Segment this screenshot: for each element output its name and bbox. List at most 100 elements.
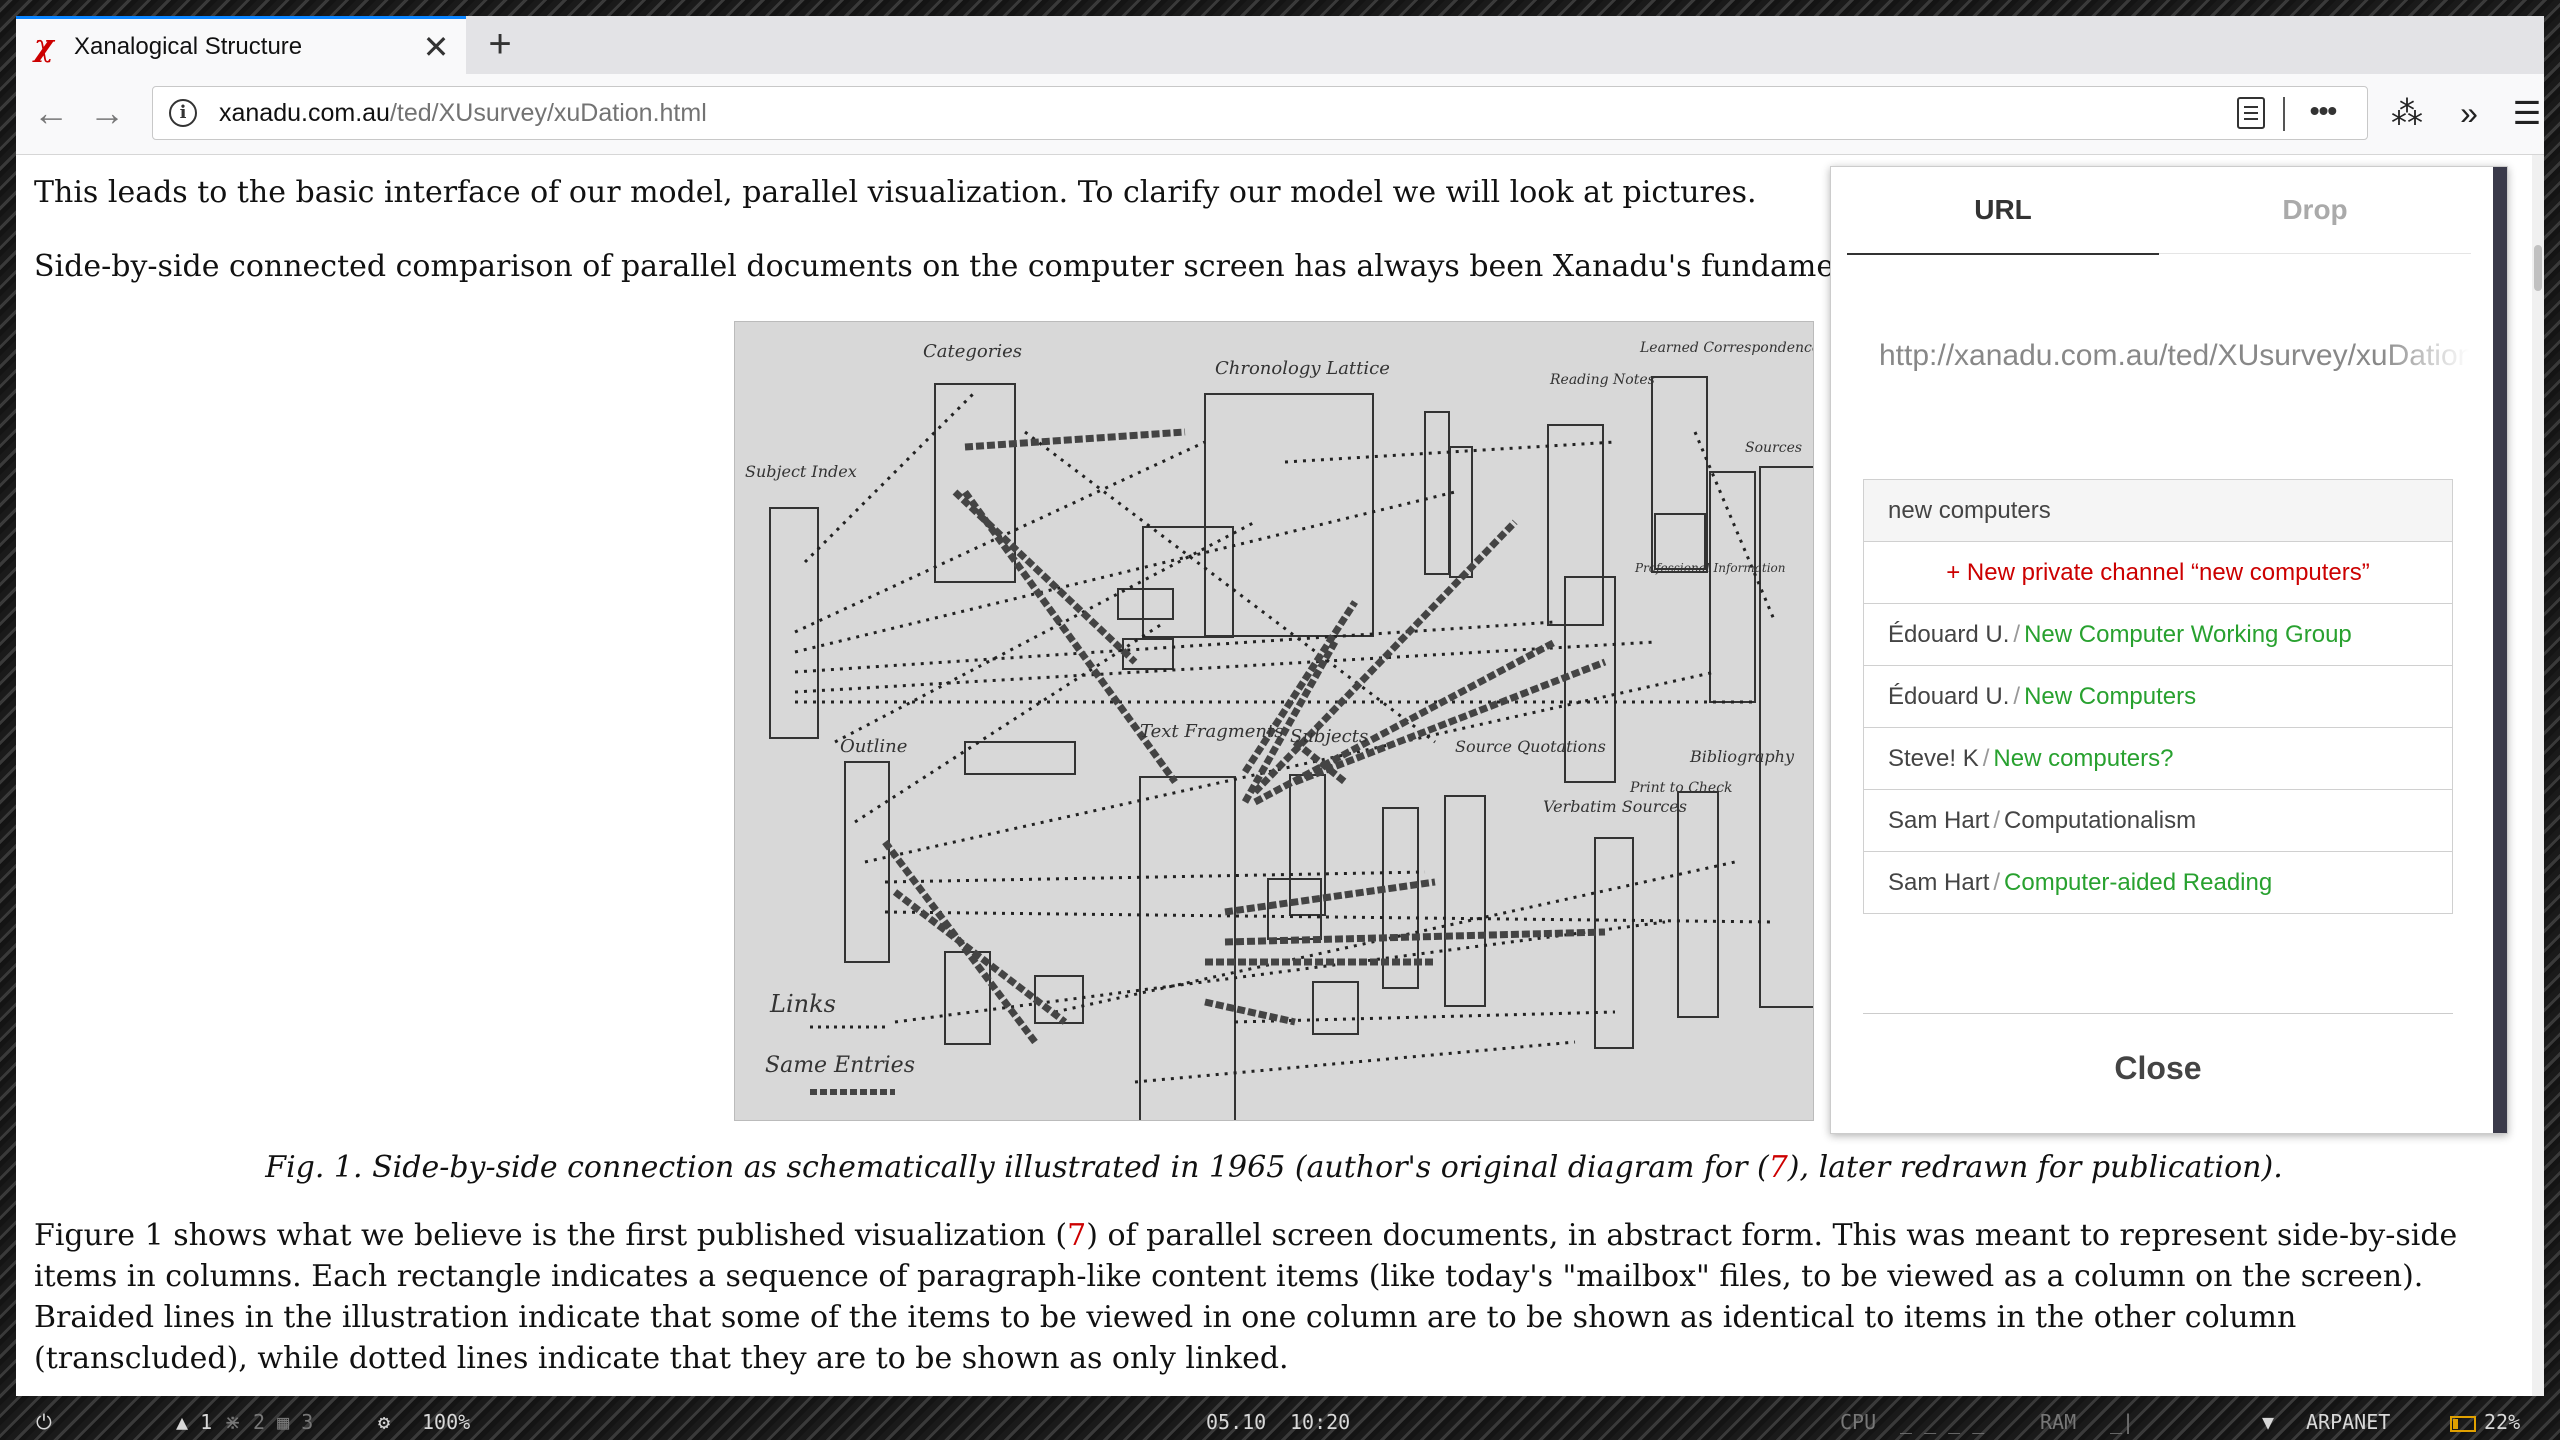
figure-description-paragraph: Figure 1 shows what we believe is the fi… bbox=[34, 1215, 2514, 1379]
channel-name: New Computers bbox=[2024, 683, 2197, 710]
list-item[interactable]: Édouard U. / New Computers bbox=[1864, 666, 2452, 728]
list-item[interactable]: Édouard U. / New Computer Working Group bbox=[1864, 604, 2452, 666]
channel-name: Computationalism bbox=[2004, 807, 2197, 834]
separator-slash: / bbox=[1993, 807, 2001, 834]
channel-name: New computers? bbox=[1993, 745, 2174, 772]
reader-view-icon[interactable] bbox=[2237, 97, 2265, 129]
url-text[interactable]: xanadu.com.au/ted/XUsurvey/xuDation.html bbox=[219, 99, 707, 128]
cpu-label: CPU bbox=[1840, 1410, 1877, 1434]
figure-caption: Fig. 1. Side-by-side connection as schem… bbox=[16, 1150, 2532, 1185]
sketch-label: Print to Check bbox=[1629, 780, 1733, 796]
ram-label: RAM bbox=[2040, 1410, 2077, 1434]
xanadu-sketch: Categories Chronology Lattice Reading No… bbox=[735, 322, 1814, 1120]
channel-owner: Édouard U. bbox=[1888, 621, 2010, 648]
sketch-label: Source Quotations bbox=[1455, 737, 1606, 756]
tab-strip: χ Xanalogical Structure ✕ + bbox=[16, 16, 2544, 75]
sketch-label: Subject Index bbox=[745, 462, 857, 481]
sketch-label: Bibliography bbox=[1689, 747, 1795, 766]
para-text: Figure 1 shows what we believe is the fi… bbox=[34, 1218, 1068, 1253]
close-tab-icon[interactable]: ✕ bbox=[416, 28, 456, 66]
battery-icon bbox=[2450, 1415, 2476, 1432]
channel-list: new computers + New private channel “new… bbox=[1863, 479, 2453, 914]
sketch-label: Learned Correspondence bbox=[1639, 340, 1814, 356]
list-item[interactable]: Sam Hart / Computer-aided Reading bbox=[1864, 852, 2452, 913]
share-popup: URL Drop http://xanadu.com.au/ted/XUsurv… bbox=[1830, 166, 2508, 1134]
site-info-icon[interactable]: i bbox=[169, 99, 197, 127]
sketch-label: Links bbox=[769, 990, 836, 1018]
clock-label: 10:20 bbox=[1290, 1410, 1351, 1434]
workspace-2-icon: ⋇ bbox=[224, 1410, 241, 1434]
page-actions-more-icon[interactable]: ••• bbox=[2295, 95, 2351, 131]
system-status-bar: ⏻ ▲ 1 ⋇ 2 ▦ 3 ⚙ 100% 05.10 10:20 CPU _ _… bbox=[0, 1400, 2560, 1440]
separator-slash: / bbox=[2013, 683, 2021, 710]
list-item[interactable]: Sam Hart / Computationalism bbox=[1864, 790, 2452, 852]
scrollbar-thumb[interactable] bbox=[2534, 245, 2542, 291]
create-channel-button[interactable]: + New private channel “new computers” bbox=[1864, 542, 2452, 604]
tab-title: Xanalogical Structure bbox=[74, 32, 303, 60]
sketch-label: Subjects bbox=[1290, 726, 1368, 747]
forward-arrow-icon[interactable]: → bbox=[84, 90, 130, 136]
sketch-label: Categories bbox=[923, 341, 1022, 362]
power-icon[interactable]: ⏻ bbox=[36, 1410, 52, 1434]
browser-window: χ Xanalogical Structure ✕ + ← → i xanadu… bbox=[16, 16, 2544, 1396]
popup-url-field[interactable]: http://xanadu.com.au/ted/XUsurvey/xuDati… bbox=[1879, 339, 2469, 373]
battery-percent: 22% bbox=[2484, 1410, 2521, 1434]
back-arrow-icon[interactable]: ← bbox=[28, 90, 74, 136]
close-button[interactable]: Close bbox=[1863, 1033, 2453, 1103]
reference-link-7[interactable]: 7 bbox=[1067, 1218, 1086, 1253]
xanadu-favicon-icon: χ bbox=[34, 29, 54, 64]
intro-line: This leads to the basic interface of our… bbox=[34, 175, 1757, 210]
sketch-label: Professional Information bbox=[1634, 561, 1786, 575]
separator-slash: / bbox=[1982, 745, 1990, 772]
navigation-bar: ← → i xanadu.com.au/ted/XUsurvey/xuDatio… bbox=[16, 74, 2544, 155]
workspace-switcher[interactable]: ▲ 1 ⋇ 2 ▦ 3 bbox=[176, 1410, 313, 1434]
channel-search-input[interactable]: new computers bbox=[1864, 480, 2452, 542]
sketch-label: Sources bbox=[1745, 440, 1802, 456]
new-tab-button[interactable]: + bbox=[478, 22, 522, 66]
battery-status: 22% bbox=[2450, 1410, 2520, 1434]
page-scrollbar[interactable] bbox=[2532, 155, 2544, 1396]
list-item[interactable]: Steve! K / New computers? bbox=[1864, 728, 2452, 790]
brightness-icon: ⚙ bbox=[378, 1410, 391, 1434]
urlbar-separator bbox=[2283, 97, 2285, 131]
workspace-1[interactable]: 1 bbox=[200, 1410, 212, 1434]
lock-icon: ▲ bbox=[176, 1410, 189, 1434]
extension-asterisk-icon[interactable]: ⁂ bbox=[2384, 90, 2430, 136]
figure-1-diagram: Categories Chronology Lattice Reading No… bbox=[734, 321, 1814, 1121]
sketch-label: Same Entries bbox=[765, 1053, 915, 1078]
ram-graph: _| bbox=[2110, 1410, 2135, 1434]
workspace-3[interactable]: 3 bbox=[301, 1410, 313, 1434]
sketch-label: Chronology Lattice bbox=[1215, 358, 1390, 379]
sketch-label: Text Fragments bbox=[1140, 721, 1284, 742]
separator-slash: / bbox=[2013, 621, 2021, 648]
reference-link-7[interactable]: 7 bbox=[1769, 1150, 1788, 1185]
workspace-2[interactable]: 2 bbox=[253, 1410, 265, 1434]
caption-text: Fig. 1. Side-by-side connection as schem… bbox=[265, 1150, 1769, 1185]
hamburger-menu-icon[interactable]: ☰ bbox=[2504, 90, 2544, 136]
channel-owner: Sam Hart bbox=[1888, 807, 1990, 834]
channel-owner: Sam Hart bbox=[1888, 869, 1990, 896]
workspace-3-icon: ▦ bbox=[277, 1410, 290, 1434]
channel-name: New Computer Working Group bbox=[2024, 621, 2352, 648]
address-bar[interactable]: i xanadu.com.au/ted/XUsurvey/xuDation.ht… bbox=[152, 86, 2368, 140]
overflow-chevron-icon[interactable]: » bbox=[2446, 90, 2492, 136]
tab-xanalogical-structure[interactable]: χ Xanalogical Structure ✕ bbox=[16, 16, 466, 74]
sketch-label: Reading Notes bbox=[1549, 372, 1655, 388]
side-by-side-line: Side-by-side connected comparison of par… bbox=[34, 249, 1964, 284]
sketch-label: Outline bbox=[840, 736, 907, 757]
popup-edge bbox=[2493, 167, 2507, 1133]
tab-url[interactable]: URL bbox=[1847, 167, 2159, 255]
url-path: /ted/XUsurvey/xuDation.html bbox=[389, 99, 707, 127]
network-name: ARPANET bbox=[2306, 1410, 2391, 1434]
separator-slash: / bbox=[1993, 869, 2001, 896]
popup-divider bbox=[1863, 1013, 2453, 1014]
date-label: 05.10 bbox=[1206, 1410, 1267, 1434]
cpu-graph: _ _ _ _ bbox=[1900, 1410, 1985, 1434]
url-domain: xanadu.com.au bbox=[219, 99, 390, 127]
sketch-label: Verbatim Sources bbox=[1543, 797, 1687, 816]
caption-text-end: ), later redrawn for publication). bbox=[1787, 1150, 2283, 1185]
brightness-value: 100% bbox=[422, 1410, 471, 1434]
tab-drop[interactable]: Drop bbox=[2159, 167, 2471, 254]
wifi-icon: ▼ bbox=[2262, 1410, 2275, 1434]
channel-owner: Steve! K bbox=[1888, 745, 1979, 772]
